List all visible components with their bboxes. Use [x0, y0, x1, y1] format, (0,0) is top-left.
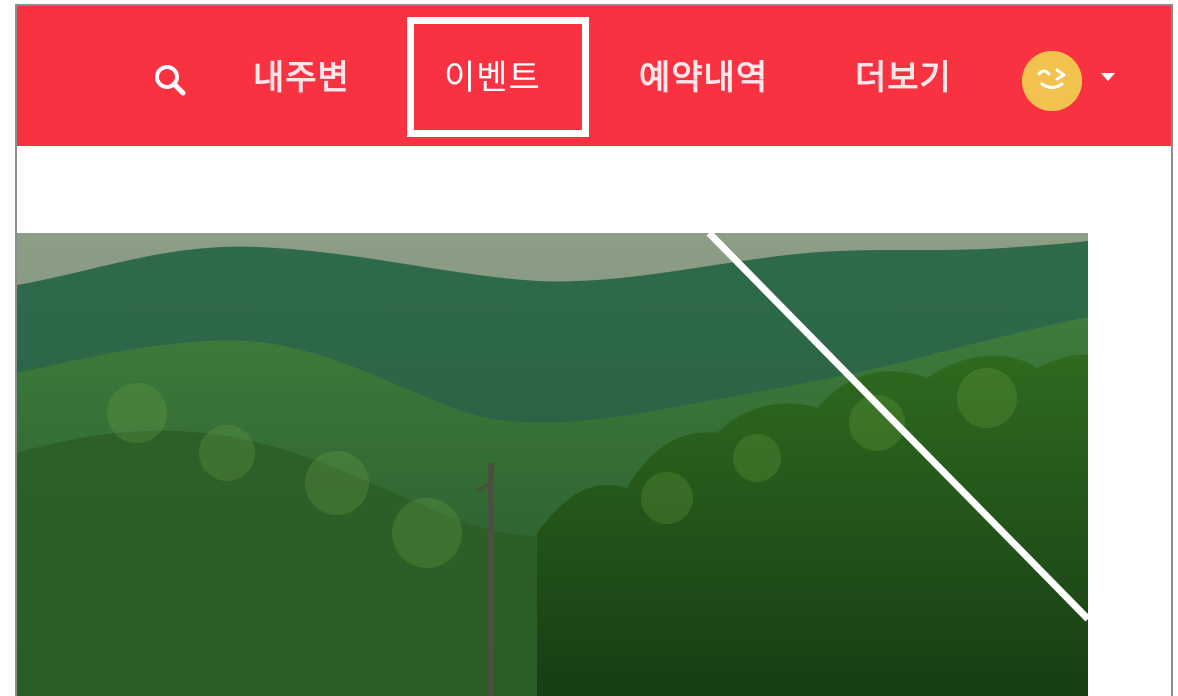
nav-item-events[interactable]: 이벤트 — [444, 53, 541, 103]
nav-item-more[interactable]: 더보기 — [855, 53, 952, 103]
app-window: 내주변 이벤트 예약내역 더보기 — [15, 4, 1173, 696]
smiley-avatar-icon[interactable] — [1022, 51, 1082, 111]
caret-down-icon[interactable] — [1101, 73, 1115, 81]
top-navbar: 내주변 이벤트 예약내역 더보기 — [17, 6, 1171, 146]
search-icon[interactable] — [151, 61, 191, 101]
hero-image — [17, 233, 1088, 696]
nav-item-reservations[interactable]: 예약내역 — [639, 53, 768, 103]
nav-item-nearby[interactable]: 내주변 — [253, 53, 350, 103]
